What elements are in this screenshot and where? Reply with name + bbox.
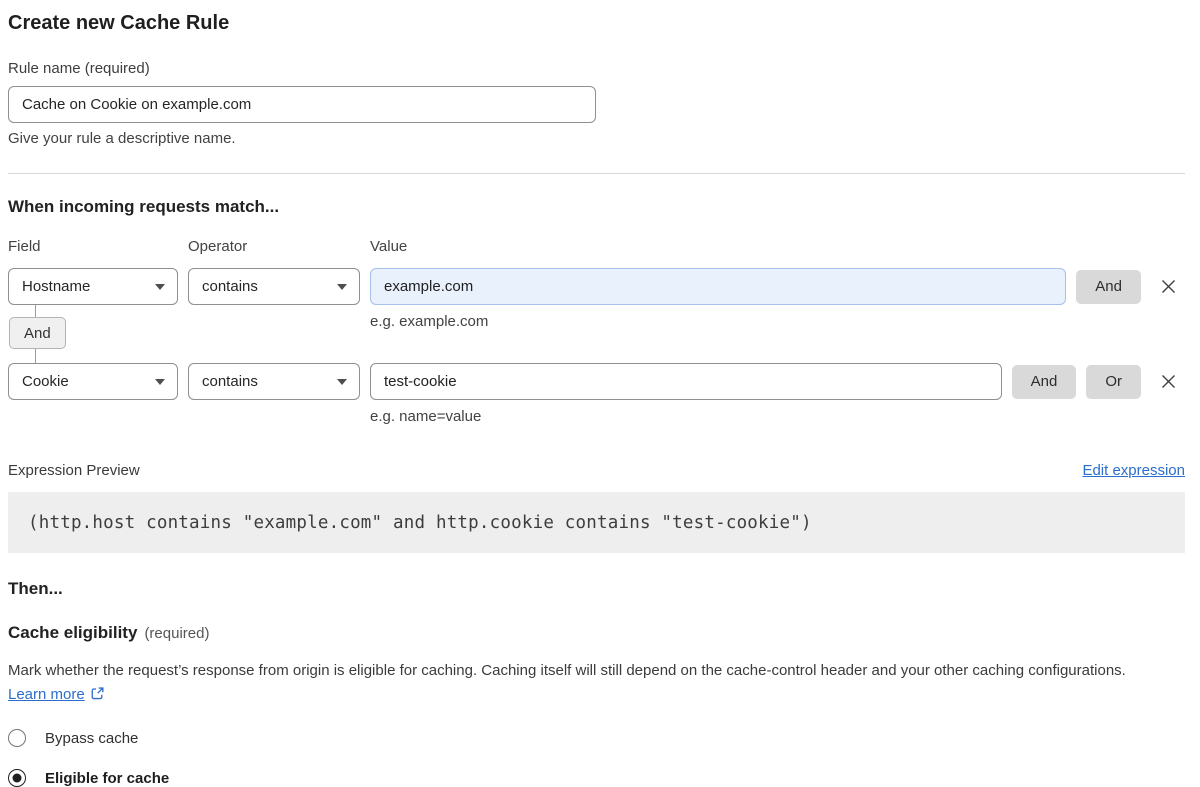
chevron-down-icon <box>337 379 347 385</box>
value-column-label: Value <box>370 238 407 255</box>
chevron-down-icon <box>155 284 165 290</box>
expression-code: (http.host contains "example.com" and ht… <box>28 513 812 533</box>
match-heading: When incoming requests match... <box>8 196 1185 217</box>
description-text: Mark whether the request’s response from… <box>8 662 1126 679</box>
chevron-down-icon <box>337 284 347 290</box>
value-input[interactable] <box>370 268 1066 305</box>
add-and-condition-button[interactable]: And <box>1076 270 1141 304</box>
cache-eligibility-title: Cache eligibility <box>8 623 137 642</box>
remove-condition-button[interactable] <box>1151 365 1185 399</box>
field-select[interactable]: Cookie <box>8 363 178 400</box>
section-divider <box>8 173 1185 174</box>
radio-option-eligible-for-cache[interactable]: Eligible for cache <box>8 769 1185 787</box>
x-icon <box>1159 277 1178 296</box>
expression-code-block: (http.host contains "example.com" and ht… <box>8 492 1185 553</box>
condition-row: Cookie contains And Or e.g. name=value <box>8 363 1185 400</box>
field-select[interactable]: Hostname <box>8 268 178 305</box>
connector-and-button[interactable]: And <box>9 317 66 349</box>
radio-option-label: Bypass cache <box>45 730 138 747</box>
add-or-condition-button[interactable]: Or <box>1086 365 1141 399</box>
field-column-label: Field <box>8 238 188 255</box>
operator-select[interactable]: contains <box>188 363 360 400</box>
cache-eligibility-heading: Cache eligibility (required) <box>8 623 1185 643</box>
radio-option-bypass-cache[interactable]: Bypass cache <box>8 729 1185 747</box>
add-and-condition-button[interactable]: And <box>1012 365 1077 399</box>
condition-connector: And <box>8 317 1185 349</box>
rule-name-helper: Give your rule a descriptive name. <box>8 130 1185 147</box>
x-icon <box>1159 372 1178 391</box>
learn-more-link[interactable]: Learn more <box>8 686 85 703</box>
operator-select-value: contains <box>202 373 258 390</box>
expression-preview-header: Expression Preview Edit expression <box>8 462 1185 479</box>
chevron-down-icon <box>155 379 165 385</box>
value-hint: e.g. name=value <box>370 408 481 425</box>
condition-column-headers: Field Operator Value <box>8 238 1185 255</box>
remove-condition-button[interactable] <box>1151 270 1185 304</box>
field-select-value: Hostname <box>22 278 90 295</box>
operator-column-label: Operator <box>188 238 370 255</box>
radio-button-icon[interactable] <box>8 769 26 787</box>
field-select-value: Cookie <box>22 373 69 390</box>
page-title: Create new Cache Rule <box>8 10 1185 36</box>
create-cache-rule-page: Create new Cache Rule Rule name (require… <box>0 0 1200 787</box>
cache-eligibility-description: Mark whether the request’s response from… <box>8 659 1168 707</box>
operator-select[interactable]: contains <box>188 268 360 305</box>
then-heading: Then... <box>8 578 1185 599</box>
condition-row: Hostname contains And e.g. example.com <box>8 268 1185 305</box>
rule-name-label: Rule name (required) <box>8 60 1185 77</box>
rule-name-input[interactable] <box>8 86 596 123</box>
value-input[interactable] <box>370 363 1002 400</box>
external-link-icon <box>90 686 105 701</box>
required-note: (required) <box>144 625 209 642</box>
radio-button-icon[interactable] <box>8 729 26 747</box>
operator-select-value: contains <box>202 278 258 295</box>
expression-preview-label: Expression Preview <box>8 462 140 479</box>
edit-expression-link[interactable]: Edit expression <box>1082 462 1185 479</box>
